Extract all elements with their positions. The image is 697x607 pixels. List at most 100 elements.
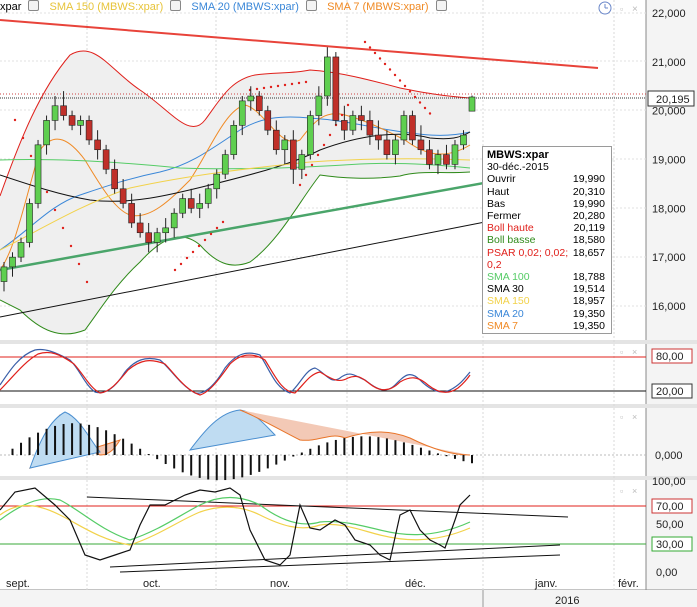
candle-body [77, 120, 84, 126]
tooltip-row-value: 18,788 [572, 271, 605, 284]
data-tooltip: MBWS:xpar 30-déc.-2015 Ouvrir 19,990 Haut 2… [482, 146, 612, 334]
candle-body [358, 115, 365, 121]
price-tick-label: 22,000 [652, 8, 686, 20]
chart-legend: xpar SMA 150 (MBWS:xpar) SMA 20 (MBWS:xp… [0, 0, 447, 18]
tooltip-row-value: 20,280 [572, 210, 605, 223]
legend-item[interactable]: SMA 150 (MBWS:xpar) [50, 0, 185, 13]
legend-swatch-icon[interactable] [28, 0, 40, 11]
candle-body [315, 95, 323, 116]
tooltip-row-label: Haut [487, 185, 510, 198]
panel-restore-icon[interactable]: ▫ [620, 4, 623, 14]
month-label: déc. [405, 578, 426, 590]
panel-close-icon[interactable]: × [632, 347, 637, 357]
candle-body [238, 100, 246, 126]
psar-dot [304, 80, 308, 84]
psar-dot [209, 232, 213, 236]
psar-dot [262, 86, 266, 90]
rsi-30-label: 30,00 [656, 539, 684, 551]
psar-dot [179, 262, 183, 266]
tooltip-row: Fermer 20,280 [487, 210, 611, 222]
tooltip-row: Haut 20,310 [487, 186, 611, 198]
psar-dot [322, 143, 326, 147]
psar-dot [290, 82, 294, 86]
legend-swatch-icon[interactable] [170, 0, 182, 11]
candle-body [26, 203, 33, 243]
legend-label: SMA 7 (MBWS:xpar) [327, 1, 429, 13]
panel-restore-icon[interactable]: ▫ [620, 412, 623, 422]
legend-label: xpar [0, 1, 22, 13]
macd-zero-label: 0,000 [655, 450, 683, 462]
psar-dot [418, 101, 422, 104]
psar-dot [378, 57, 382, 60]
price-tick-label: 18,000 [652, 203, 686, 215]
panel-restore-icon[interactable]: ▫ [620, 486, 623, 496]
legend-item[interactable]: SMA 7 (MBWS:xpar) [327, 0, 450, 13]
tooltip-row-value: 20,119 [573, 222, 605, 235]
panel-restore-icon[interactable]: ▫ [620, 347, 623, 357]
psar-dot [403, 84, 407, 88]
psar-dot [423, 106, 427, 110]
price-axis-bg [646, 0, 697, 340]
tooltip-row: Boll haute 20,119 [487, 222, 611, 234]
candle-body [434, 154, 442, 165]
candle-body [111, 168, 118, 190]
tooltip-row-value: 19,514 [572, 283, 605, 296]
candle-body [0, 266, 8, 282]
psar-dot [283, 83, 287, 87]
candle-body [43, 120, 50, 146]
psar-dot [373, 51, 377, 55]
candle-body [468, 96, 476, 112]
tooltip-row-label: Ouvrir [487, 173, 516, 186]
panel-close-icon[interactable]: × [632, 412, 637, 422]
psar-dot [297, 81, 301, 85]
psar-dot [316, 153, 320, 157]
psar-dot [29, 154, 33, 158]
legend-item[interactable]: xpar [0, 0, 42, 13]
legend-swatch-icon[interactable] [435, 0, 447, 11]
candle-body [332, 56, 340, 121]
candle-body [204, 188, 212, 204]
candle-body [417, 139, 425, 151]
candle-body [17, 242, 25, 258]
month-label: nov. [270, 578, 290, 590]
tooltip-row: SMA 100 18,788 [487, 271, 611, 283]
legend-swatch-icon[interactable] [306, 0, 317, 11]
tooltip-row: SMA 20 19,350 [487, 308, 611, 320]
candle-body [281, 139, 289, 151]
legend-item[interactable]: SMA 20 (MBWS:xpar) [191, 0, 320, 13]
psar-dot [304, 173, 308, 177]
psar-dot [85, 280, 89, 284]
psar-dot [185, 256, 189, 260]
tooltip-date: 30-déc.-2015 [487, 161, 549, 174]
candle-body [409, 115, 416, 141]
candle-body [170, 212, 178, 229]
price-tick-label: 19,000 [652, 154, 686, 166]
candle-body [230, 125, 238, 155]
panel-close-icon[interactable]: × [632, 486, 637, 496]
candle-body [196, 203, 204, 209]
psar-dot [328, 133, 332, 137]
candle-body [60, 105, 67, 116]
candle-body [102, 149, 110, 170]
candle-body [128, 203, 135, 224]
candle-body [119, 188, 127, 204]
stoch-20-label: 20,00 [656, 386, 684, 398]
candle-body [179, 198, 186, 214]
price-tick-label: 21,000 [652, 57, 686, 69]
panel-close-icon[interactable]: × [632, 4, 638, 15]
psar-dot [69, 244, 73, 248]
psar-dot [255, 87, 259, 91]
tooltip-row-label: Bas [487, 197, 506, 210]
tooltip-row: PSAR 0,02; 0,02; 0,2 18,657 [487, 247, 611, 271]
psar-dot [221, 220, 225, 224]
tooltip-row: SMA 7 19,350 [487, 320, 611, 332]
year-label: 2016 [555, 595, 579, 607]
tooltip-row-value: 19,350 [572, 307, 605, 320]
tooltip-row-label: Boll haute [487, 222, 534, 235]
rsi-0-label: 0,00 [656, 567, 677, 579]
candle-body [366, 120, 374, 136]
tooltip-row-value: 19,350 [572, 319, 605, 332]
month-label: sept. [6, 578, 30, 590]
psar-dot [173, 268, 177, 272]
candle-body [255, 95, 263, 111]
